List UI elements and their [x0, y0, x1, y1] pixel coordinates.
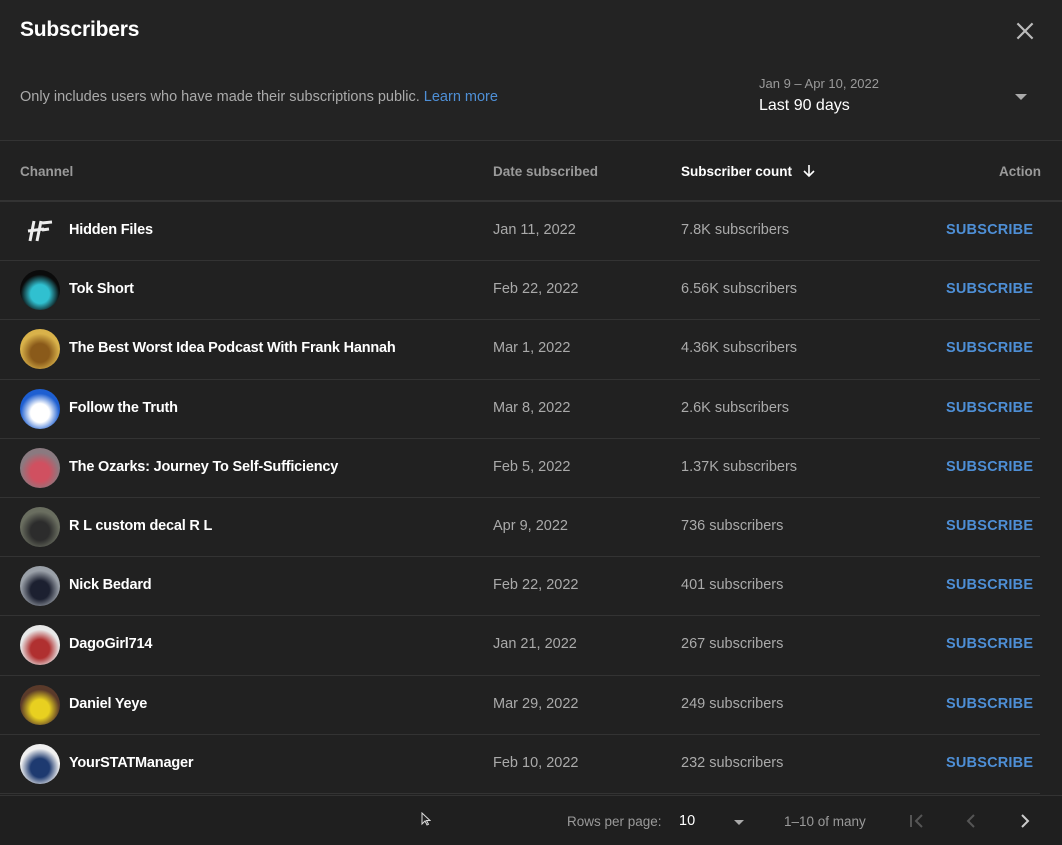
- subscribe-button[interactable]: SUBSCRIBE: [946, 755, 1033, 771]
- channel-name[interactable]: Nick Bedard: [69, 577, 152, 593]
- channel-name[interactable]: DagoGirl714: [69, 636, 152, 652]
- column-date-subscribed[interactable]: Date subscribed: [493, 164, 598, 179]
- date-subscribed: Apr 9, 2022: [493, 517, 568, 534]
- date-range-label: Last 90 days: [759, 97, 850, 114]
- subscriber-count: 2.6K subscribers: [681, 399, 789, 416]
- rows-per-page-value: 10: [679, 813, 696, 829]
- table-row: YourSTATManager Feb 10, 2022 232 subscri…: [0, 735, 1040, 794]
- table-body: Hidden Files Jan 11, 2022 7.8K subscribe…: [0, 202, 1062, 794]
- close-button[interactable]: [1012, 18, 1038, 44]
- channel-avatar[interactable]: [20, 625, 60, 666]
- subscribe-button[interactable]: SUBSCRIBE: [946, 636, 1033, 652]
- subscriber-count: 267 subscribers: [681, 636, 784, 653]
- column-channel[interactable]: Channel: [20, 164, 73, 179]
- subscriber-count: 4.36K subscribers: [681, 340, 798, 357]
- subscriber-count: 736 subscribers: [681, 517, 784, 534]
- table-row: The Ozarks: Journey To Self-Sufficiency …: [0, 439, 1040, 498]
- subscriber-count: 401 subscribers: [681, 577, 784, 594]
- table-row: Follow the Truth Mar 8, 2022 2.6K subscr…: [0, 380, 1040, 439]
- date-subscribed: Jan 21, 2022: [493, 636, 577, 653]
- subscribe-button[interactable]: SUBSCRIBE: [946, 222, 1033, 238]
- rows-per-page-select[interactable]: 10: [679, 812, 749, 834]
- table-row: The Best Worst Idea Podcast With Frank H…: [0, 320, 1040, 380]
- date-subscribed: Feb 10, 2022: [493, 754, 579, 771]
- subscribe-button[interactable]: SUBSCRIBE: [946, 281, 1033, 297]
- table-row: Hidden Files Jan 11, 2022 7.8K subscribe…: [0, 202, 1040, 262]
- channel-avatar[interactable]: [20, 447, 60, 488]
- subscriber-count: 1.37K subscribers: [681, 458, 798, 475]
- dropdown-caret-icon: [734, 820, 744, 825]
- table-row: Nick Bedard Feb 22, 2022 401 subscribers…: [0, 557, 1040, 617]
- channel-name[interactable]: YourSTATManager: [69, 755, 193, 771]
- date-subscribed: Feb 5, 2022: [493, 458, 571, 475]
- subscriber-count: 6.56K subscribers: [681, 281, 798, 298]
- column-subscriber-count[interactable]: Subscriber count: [681, 164, 816, 181]
- mouse-cursor-icon: [421, 812, 431, 826]
- column-subscriber-count-label: Subscriber count: [681, 164, 793, 179]
- dialog-title: Subscribers: [20, 18, 140, 41]
- subtitle: Only includes users who have made their …: [20, 89, 498, 105]
- table-row: Tok Short Feb 22, 2022 6.56K subscribers…: [0, 261, 1040, 321]
- chevron-right-icon: [1021, 814, 1030, 828]
- subscriber-count: 232 subscribers: [681, 754, 784, 771]
- channel-avatar[interactable]: [20, 566, 60, 607]
- subscribe-button[interactable]: SUBSCRIBE: [946, 518, 1033, 534]
- channel-name[interactable]: Tok Short: [69, 281, 134, 297]
- close-icon: [1016, 22, 1034, 40]
- previous-page-button[interactable]: [959, 809, 983, 833]
- channel-avatar[interactable]: [20, 743, 60, 784]
- date-subscribed: Feb 22, 2022: [493, 577, 579, 594]
- channel-avatar[interactable]: [20, 506, 60, 547]
- pagination-footer: Rows per page: 10 1–10 of many: [0, 795, 1062, 845]
- date-subscribed: Feb 22, 2022: [493, 281, 579, 298]
- arrow-down-icon: [802, 164, 816, 181]
- date-subscribed: Mar 8, 2022: [493, 399, 571, 416]
- hidden-files-logo-icon: [27, 220, 53, 242]
- dialog-header: Subscribers Only includes users who have…: [0, 0, 1062, 141]
- learn-more-link[interactable]: Learn more: [424, 89, 498, 105]
- channel-avatar[interactable]: [20, 329, 60, 370]
- channel-name[interactable]: The Best Worst Idea Podcast With Frank H…: [69, 340, 396, 356]
- table-row: Daniel Yeye Mar 29, 2022 249 subscribers…: [0, 676, 1040, 735]
- rows-per-page-label: Rows per page:: [567, 814, 662, 829]
- subscriber-count: 7.8K subscribers: [681, 222, 789, 238]
- table-row: DagoGirl714 Jan 21, 2022 267 subscribers…: [0, 616, 1040, 676]
- table-header: Channel Date subscribed Subscriber count…: [0, 142, 1062, 202]
- subtitle-text: Only includes users who have made their …: [20, 89, 420, 105]
- next-page-button[interactable]: [1013, 809, 1037, 833]
- subscriber-count: 249 subscribers: [681, 695, 784, 712]
- channel-avatar[interactable]: [20, 270, 60, 311]
- page-range: 1–10 of many: [784, 814, 866, 829]
- channel-name[interactable]: R L custom decal R L: [69, 518, 212, 534]
- first-page-icon: [910, 814, 923, 828]
- subscribe-button[interactable]: SUBSCRIBE: [946, 696, 1033, 712]
- channel-avatar[interactable]: [20, 684, 60, 725]
- channel-name[interactable]: Follow the Truth: [69, 400, 178, 416]
- channel-name[interactable]: Daniel Yeye: [69, 696, 147, 712]
- date-range-dates: Jan 9 – Apr 10, 2022: [759, 76, 879, 91]
- channel-name[interactable]: The Ozarks: Journey To Self-Sufficiency: [69, 459, 338, 475]
- date-range-dropdown[interactable]: Jan 9 – Apr 10, 2022 Last 90 days: [759, 74, 1034, 124]
- subscribe-button[interactable]: SUBSCRIBE: [946, 459, 1033, 475]
- channel-name[interactable]: Hidden Files: [69, 222, 153, 238]
- channel-avatar[interactable]: [20, 211, 60, 251]
- date-subscribed: Jan 11, 2022: [493, 222, 576, 238]
- table-row: R L custom decal R L Apr 9, 2022 736 sub…: [0, 498, 1040, 558]
- first-page-button[interactable]: [905, 809, 929, 833]
- date-subscribed: Mar 29, 2022: [493, 695, 579, 712]
- channel-avatar[interactable]: [20, 388, 60, 429]
- dropdown-caret-icon: [1015, 94, 1027, 100]
- subscribe-button[interactable]: SUBSCRIBE: [946, 577, 1033, 593]
- subscribe-button[interactable]: SUBSCRIBE: [946, 340, 1033, 356]
- chevron-left-icon: [966, 814, 975, 828]
- column-action: Action: [999, 164, 1041, 179]
- date-subscribed: Mar 1, 2022: [493, 340, 571, 357]
- subscribe-button[interactable]: SUBSCRIBE: [946, 400, 1033, 416]
